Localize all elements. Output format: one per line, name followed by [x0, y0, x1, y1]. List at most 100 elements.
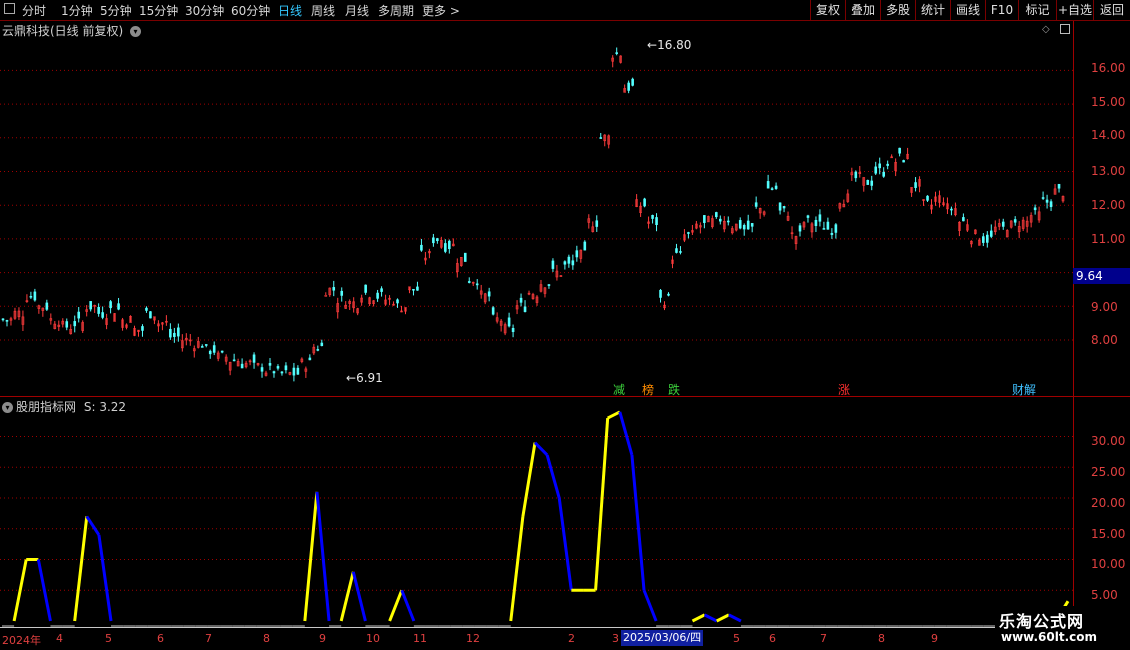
candle-body	[571, 260, 575, 266]
candle-body	[376, 292, 379, 299]
candle-body	[950, 208, 953, 211]
candle-body	[563, 261, 567, 265]
candle-body	[340, 290, 344, 296]
candle-body	[396, 299, 399, 304]
candle-body	[364, 284, 367, 293]
indicator-segment	[618, 411, 634, 456]
candle-body	[320, 342, 324, 347]
candle-body	[659, 289, 662, 298]
candle-body	[416, 286, 419, 291]
candle-body	[583, 241, 587, 251]
candle-body	[750, 223, 754, 227]
candle-body	[487, 291, 491, 297]
candle-body	[308, 357, 312, 361]
candle-body	[1033, 207, 1037, 211]
indicator-segment	[533, 441, 549, 457]
candle-body	[655, 217, 658, 225]
indicator-segment	[339, 571, 355, 622]
candle-body	[448, 240, 451, 250]
candle-body	[754, 202, 758, 207]
candle-body	[874, 166, 878, 174]
candle-body	[1013, 219, 1017, 223]
candle-body	[834, 224, 838, 233]
candle-body	[822, 228, 826, 230]
candle-body	[567, 256, 571, 264]
candle-body	[631, 78, 634, 86]
candle-body	[332, 287, 336, 291]
candle-body	[272, 371, 276, 374]
indicator-segment	[315, 491, 331, 622]
candle-body	[432, 237, 435, 244]
watermark-logo: 乐淘公式网 www.60lt.com	[995, 606, 1130, 650]
candle-body	[276, 366, 280, 369]
candle-body	[5, 320, 9, 322]
candle-body	[200, 346, 204, 348]
candle-body	[866, 180, 870, 185]
candle-body	[926, 195, 929, 201]
candle-body	[292, 367, 296, 376]
candle-body	[109, 301, 112, 309]
candle-body	[316, 349, 320, 351]
candle-body	[420, 244, 423, 251]
watermark-url: www.60lt.com	[1001, 630, 1098, 644]
candle-body	[169, 328, 172, 338]
candle-body	[436, 238, 439, 242]
low-price-marker: ←6.91	[346, 371, 383, 385]
candle-body	[878, 163, 882, 169]
candle-body	[595, 220, 599, 227]
candle-body	[962, 217, 965, 222]
candle-body	[798, 225, 802, 232]
candle-body	[45, 302, 49, 310]
candle-body	[547, 284, 551, 286]
candle-body	[149, 311, 152, 319]
candle-body	[145, 307, 148, 311]
chart-canvas[interactable]	[0, 0, 1130, 650]
indicator-segment	[400, 589, 416, 622]
candle-body	[679, 251, 682, 253]
candle-body	[818, 214, 822, 222]
candle-body	[882, 171, 885, 177]
indicator-segment	[97, 534, 113, 622]
indicator-segment	[642, 589, 658, 622]
candle-body	[177, 327, 180, 337]
candle-body	[220, 350, 224, 353]
candle-body	[806, 215, 810, 218]
candle-body	[675, 248, 678, 253]
indicator-segment	[303, 491, 319, 622]
candle-body	[715, 212, 718, 218]
candle-body	[719, 218, 722, 222]
candle-body	[989, 230, 993, 237]
candle-body	[746, 220, 750, 230]
candle-body	[284, 365, 288, 371]
candle-body	[73, 321, 77, 327]
candle-body	[770, 188, 774, 190]
candle-body	[726, 220, 730, 223]
candle-body	[854, 171, 858, 179]
candle-body	[703, 215, 706, 223]
indicator-segment	[594, 417, 610, 591]
candle-body	[77, 311, 81, 319]
candle-body	[173, 332, 176, 337]
indicator-segment	[388, 589, 404, 622]
candle-body	[738, 220, 742, 229]
candle-body	[627, 82, 630, 91]
candle-body	[141, 326, 144, 331]
candle-body	[208, 350, 212, 355]
indicator-segment	[521, 442, 537, 517]
candle-body	[89, 301, 92, 310]
candle-body	[814, 219, 818, 226]
candle-body	[29, 295, 33, 298]
candle-body	[240, 363, 244, 369]
high-price-marker: ←16.80	[647, 38, 692, 52]
indicator-segment	[630, 454, 646, 591]
candle-body	[1041, 197, 1045, 199]
indicator-segment	[351, 571, 367, 622]
indicator-segment	[607, 410, 621, 420]
candle-body	[830, 233, 834, 235]
indicator-segment	[73, 516, 89, 622]
candle-body	[412, 288, 415, 291]
watermark-title: 乐淘公式网	[999, 612, 1085, 631]
candle-body	[324, 295, 328, 297]
indicator-segment	[716, 613, 730, 623]
candle-body	[687, 232, 690, 234]
